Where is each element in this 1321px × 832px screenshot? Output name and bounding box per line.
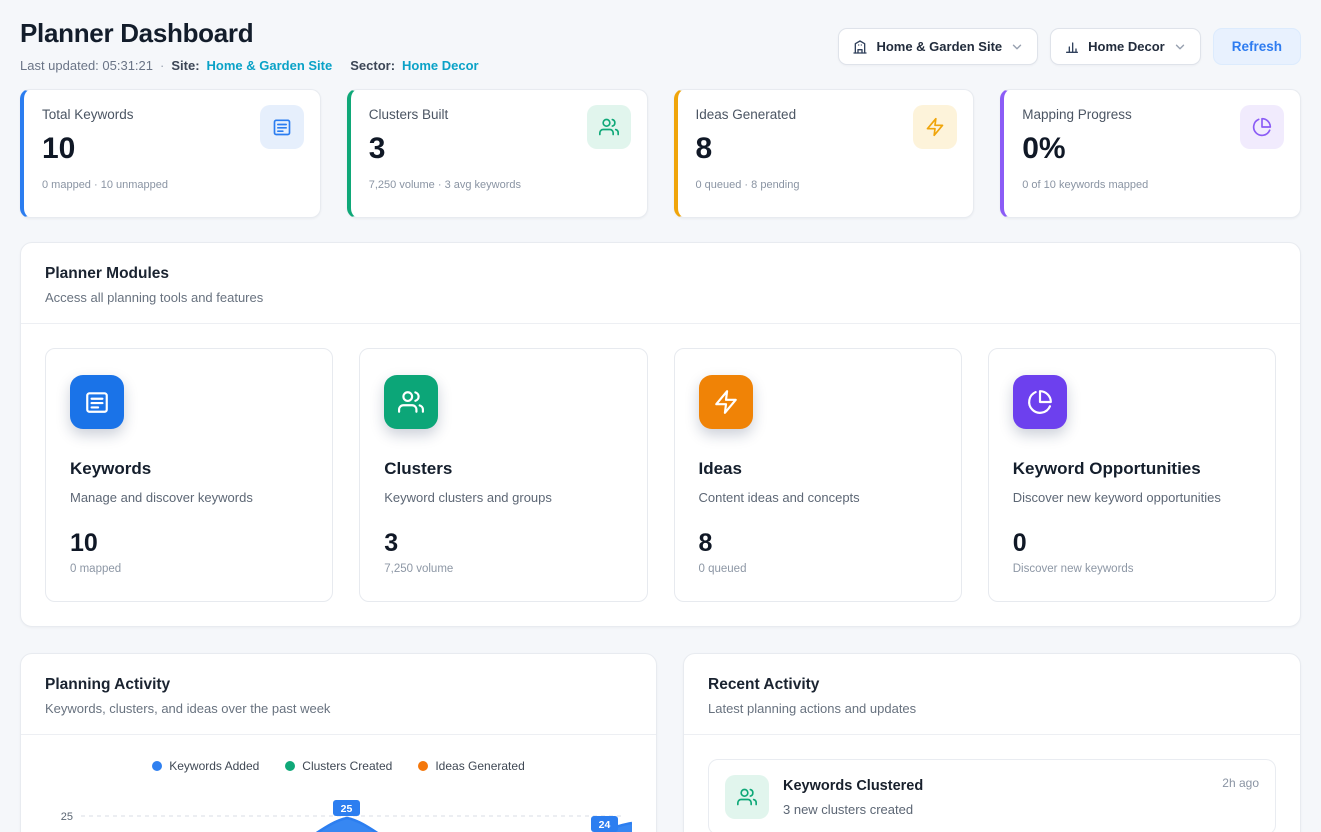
chevron-down-icon	[1010, 40, 1024, 54]
point-label: 24	[591, 816, 618, 832]
site-link[interactable]: Home & Garden Site	[207, 58, 333, 73]
pie-chart-icon	[1013, 375, 1067, 429]
document-icon	[260, 105, 304, 149]
stat-caption: 0 queued · 8 pending	[696, 179, 956, 191]
module-card-clusters[interactable]: Clusters Keyword clusters and groups 3 7…	[359, 348, 647, 602]
users-icon	[587, 105, 631, 149]
planner-modules-panel: Planner Modules Access all planning tool…	[20, 242, 1301, 627]
module-title: Clusters	[384, 459, 622, 479]
module-card-keyword-opportunities[interactable]: Keyword Opportunities Discover new keywo…	[988, 348, 1276, 602]
topbar: Planner Dashboard Last updated: 05:31:21…	[20, 18, 1301, 73]
legend-dot	[285, 761, 295, 771]
module-card-keywords[interactable]: Keywords Manage and discover keywords 10…	[45, 348, 333, 602]
sector-selector[interactable]: Home Decor	[1050, 28, 1201, 65]
pie-chart-icon	[1240, 105, 1284, 149]
module-title: Ideas	[699, 459, 937, 479]
module-caption: 7,250 volume	[384, 563, 622, 575]
module-caption: 0 mapped	[70, 563, 308, 575]
planning-activity-chart: 25 25 24	[45, 786, 632, 832]
building-icon	[852, 39, 868, 55]
module-card-ideas[interactable]: Ideas Content ideas and concepts 8 0 que…	[674, 348, 962, 602]
point-label: 25	[333, 800, 360, 816]
legend-dot	[418, 761, 428, 771]
legend-dot	[152, 761, 162, 771]
module-value: 10	[70, 529, 308, 558]
separator-dot: ·	[160, 58, 164, 73]
planning-activity-panel: Planning Activity Keywords, clusters, an…	[20, 653, 657, 832]
stat-card-ideas-generated: Ideas Generated 8 0 queued · 8 pending	[674, 89, 975, 218]
module-value: 3	[384, 529, 622, 558]
module-description: Manage and discover keywords	[70, 490, 308, 505]
legend-item-keywords-added[interactable]: Keywords Added	[152, 759, 259, 773]
sector-label: Sector:	[350, 58, 395, 73]
stat-cards-row: Total Keywords 10 0 mapped · 10 unmapped…	[20, 89, 1301, 218]
lightning-icon	[699, 375, 753, 429]
activity-description: 3 new clusters created	[783, 802, 923, 817]
stat-card-total-keywords: Total Keywords 10 0 mapped · 10 unmapped	[20, 89, 321, 218]
legend-item-clusters-created[interactable]: Clusters Created	[285, 759, 392, 773]
module-title: Keyword Opportunities	[1013, 459, 1251, 479]
users-icon	[725, 775, 769, 819]
sector-link[interactable]: Home Decor	[402, 58, 479, 73]
chevron-down-icon	[1173, 40, 1187, 54]
sector-selector-value: Home Decor	[1088, 39, 1165, 54]
svg-text:25: 25	[341, 803, 353, 815]
module-caption: Discover new keywords	[1013, 563, 1251, 575]
topbar-controls: Home & Garden Site Home Decor Refresh	[838, 28, 1301, 65]
site-selector[interactable]: Home & Garden Site	[838, 28, 1038, 65]
module-description: Content ideas and concepts	[699, 490, 937, 505]
modules-title: Planner Modules	[45, 265, 1276, 283]
stat-caption: 0 mapped · 10 unmapped	[42, 179, 302, 191]
module-value: 0	[1013, 529, 1251, 558]
refresh-button[interactable]: Refresh	[1213, 28, 1301, 65]
stat-card-clusters-built: Clusters Built 3 7,250 volume · 3 avg ke…	[347, 89, 648, 218]
bottom-row: Planning Activity Keywords, clusters, an…	[20, 653, 1301, 832]
svg-text:24: 24	[599, 819, 611, 831]
page-title: Planner Dashboard	[20, 18, 479, 49]
module-description: Keyword clusters and groups	[384, 490, 622, 505]
planner-dashboard-page: Planner Dashboard Last updated: 05:31:21…	[0, 0, 1321, 832]
lightning-icon	[913, 105, 957, 149]
users-icon	[384, 375, 438, 429]
recent-activity-title: Recent Activity	[708, 676, 1276, 694]
activity-title: Keywords Clustered	[783, 778, 923, 794]
planning-activity-title: Planning Activity	[45, 676, 632, 694]
document-icon	[70, 375, 124, 429]
stat-caption: 0 of 10 keywords mapped	[1022, 179, 1282, 191]
recent-activity-panel: Recent Activity Latest planning actions …	[683, 653, 1301, 832]
y-axis-tick: 25	[61, 811, 73, 823]
stat-caption: 7,250 volume · 3 avg keywords	[369, 179, 629, 191]
site-label: Site:	[171, 58, 199, 73]
recent-activity-subtitle: Latest planning actions and updates	[708, 701, 1276, 716]
activity-timestamp: 2h ago	[1222, 776, 1259, 790]
last-updated-text: Last updated: 05:31:21	[20, 58, 153, 73]
modules-subtitle: Access all planning tools and features	[45, 290, 1276, 305]
module-description: Discover new keyword opportunities	[1013, 490, 1251, 505]
bar-chart-icon	[1064, 39, 1080, 55]
module-value: 8	[699, 529, 937, 558]
site-selector-value: Home & Garden Site	[876, 39, 1002, 54]
modules-grid: Keywords Manage and discover keywords 10…	[21, 324, 1300, 626]
legend-item-ideas-generated[interactable]: Ideas Generated	[418, 759, 524, 773]
module-caption: 0 queued	[699, 563, 937, 575]
meta-row: Last updated: 05:31:21 · Site: Home & Ga…	[20, 58, 479, 73]
stat-card-mapping-progress: Mapping Progress 0% 0 of 10 keywords map…	[1000, 89, 1301, 218]
chart-legend: Keywords Added Clusters Created Ideas Ge…	[45, 759, 632, 773]
activity-item: Keywords Clustered 3 new clusters create…	[708, 759, 1276, 832]
planning-activity-subtitle: Keywords, clusters, and ideas over the p…	[45, 701, 632, 716]
module-title: Keywords	[70, 459, 308, 479]
